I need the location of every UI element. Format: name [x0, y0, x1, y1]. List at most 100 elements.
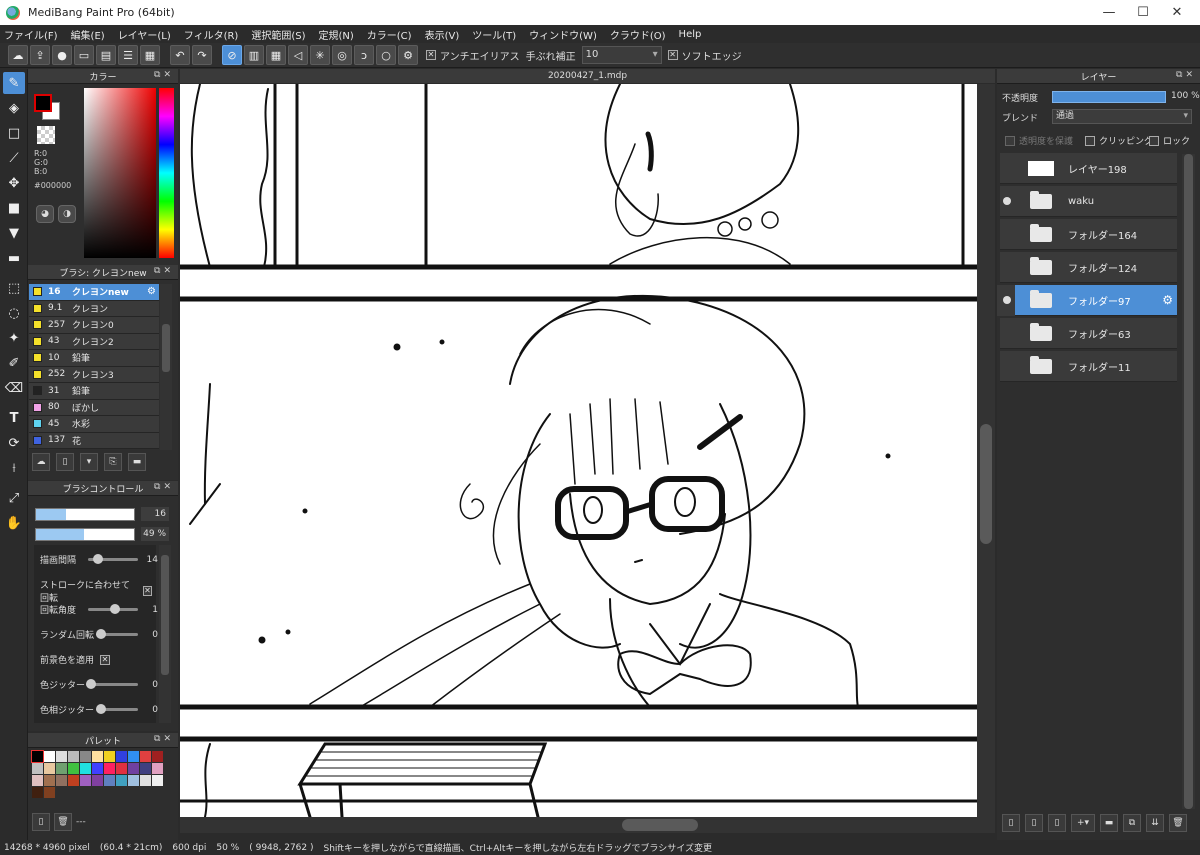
panel-controls-icon[interactable]: ⧉✕ — [154, 734, 174, 744]
palette-swatch[interactable] — [92, 775, 103, 786]
brush-item[interactable]: 9.1 クレヨン — [29, 300, 159, 317]
chat-icon[interactable]: ▭ — [74, 45, 94, 65]
new-folder-icon[interactable]: ▬ — [1100, 814, 1118, 832]
palette-swatch[interactable] — [128, 751, 139, 762]
lasso-tool-icon[interactable]: ◌ — [3, 302, 25, 324]
palette-swatch[interactable] — [140, 763, 151, 774]
saturation-value-picker[interactable] — [84, 88, 156, 258]
canvas-horizontal-scrollbar[interactable] — [180, 817, 995, 833]
palette-swatch[interactable] — [32, 775, 43, 786]
new-layer-icon[interactable]: ▯ — [1002, 814, 1020, 832]
brush-folder-icon[interactable]: ▬ — [128, 453, 146, 471]
cloud-icon[interactable]: ☁ — [8, 45, 28, 65]
document-tab[interactable]: 20200427_1.mdp — [180, 69, 995, 83]
menu-color[interactable]: カラー(C) — [367, 27, 412, 42]
palette-swatch[interactable] — [32, 787, 43, 798]
menu-layer[interactable]: レイヤー(L) — [118, 27, 171, 42]
panel-controls-icon[interactable]: ⧉✕ — [1176, 70, 1196, 80]
hue-slider[interactable] — [159, 88, 174, 258]
palette-swatch[interactable] — [104, 751, 115, 762]
spacing-knob[interactable] — [93, 554, 103, 564]
concentric-snap-icon[interactable]: ◎ — [332, 45, 352, 65]
canvas[interactable] — [180, 84, 977, 817]
rectangle-tool-icon[interactable]: □ — [3, 122, 25, 144]
palette-swatch[interactable] — [128, 763, 139, 774]
brush-size-value[interactable]: 16 — [141, 507, 169, 521]
palette-swatch[interactable] — [68, 775, 79, 786]
line-tool-icon[interactable]: ⟋ — [3, 147, 25, 169]
close-button[interactable]: ✕ — [1154, 0, 1200, 25]
menu-view[interactable]: 表示(V) — [425, 27, 460, 42]
palette-swatch[interactable] — [140, 775, 151, 786]
palette-swatch[interactable] — [56, 763, 67, 774]
menu-filter[interactable]: フィルタ(R) — [184, 27, 239, 42]
brush-item[interactable]: 257 クレヨン0 — [29, 317, 159, 334]
palette-swatch[interactable] — [32, 763, 43, 774]
move-tool-icon[interactable]: ✥ — [3, 172, 25, 194]
layer-item[interactable]: レイヤー198 — [1000, 153, 1177, 184]
brush-cloud-icon[interactable]: ☁ — [32, 453, 50, 471]
palette-swatch[interactable] — [140, 751, 151, 762]
palette-swatch[interactable] — [80, 751, 91, 762]
magic-wand-tool-icon[interactable]: ✦ — [3, 327, 25, 349]
fill-shape-tool-icon[interactable]: ■ — [3, 197, 25, 219]
brush-add-icon[interactable]: ▾ — [80, 453, 98, 471]
add-layer-dropdown-icon[interactable]: +▾ — [1071, 814, 1095, 832]
palette-name[interactable]: --- — [76, 817, 86, 827]
scroll-thumb[interactable] — [980, 424, 992, 544]
panel-controls-icon[interactable]: ⧉✕ — [154, 266, 174, 276]
palette-swatch[interactable] — [68, 751, 79, 762]
palette-swatch[interactable] — [116, 775, 127, 786]
palette-new-icon[interactable]: ▯ — [32, 813, 50, 831]
palette-swatch[interactable] — [31, 750, 44, 763]
operation-tool-icon[interactable]: ⟳ — [3, 432, 25, 454]
lock-checkbox[interactable] — [1149, 135, 1159, 146]
menu-help[interactable]: Help — [679, 29, 702, 40]
brush-size-bar[interactable] — [35, 508, 135, 521]
palette-swatch[interactable] — [116, 751, 127, 762]
palette-swatch[interactable] — [92, 751, 103, 762]
palette-swatch[interactable] — [44, 787, 55, 798]
merge-layer-icon[interactable]: ⇊ — [1146, 814, 1164, 832]
random-rotate-knob[interactable] — [96, 629, 106, 639]
canvas-vertical-scrollbar[interactable] — [977, 84, 995, 817]
brush-item[interactable]: 45 水彩 — [29, 416, 159, 433]
layer-item[interactable]: フォルダー11 — [1000, 351, 1177, 382]
panel-controls-icon[interactable]: ⧉✕ — [154, 70, 174, 80]
menu-ruler[interactable]: 定規(N) — [318, 27, 353, 42]
brush-item[interactable]: 80 ぼかし — [29, 399, 159, 416]
parallel-snap-icon[interactable]: ▥ — [244, 45, 264, 65]
menu-file[interactable]: ファイル(F) — [4, 27, 58, 42]
eyedropper-tool-icon[interactable]: ⤢ — [3, 487, 25, 509]
curve-snap-icon[interactable]: ↄ — [354, 45, 374, 65]
brush-item[interactable]: 10 鉛筆 — [29, 350, 159, 367]
palette-swatch[interactable] — [68, 763, 79, 774]
hue-jitter-knob[interactable] — [96, 704, 106, 714]
stabilizer-select[interactable]: 10 — [581, 46, 662, 64]
brush-item[interactable]: 252 クレヨン3 — [29, 366, 159, 383]
radial-snap-icon[interactable]: ✳ — [310, 45, 330, 65]
layer-item[interactable]: フォルダー124 — [1000, 252, 1177, 283]
brush-copy-icon[interactable]: ⎘ — [104, 453, 122, 471]
palette-icon[interactable]: ◕ — [36, 205, 54, 223]
visibility-eye-icon[interactable] — [1003, 296, 1011, 304]
angle-knob[interactable] — [110, 604, 120, 614]
menu-edit[interactable]: 編集(E) — [71, 27, 105, 42]
brush-list-scrollbar[interactable] — [160, 284, 172, 450]
brush-item[interactable]: 137 花 — [29, 432, 159, 449]
brush-item[interactable]: 43 クレヨン2 — [29, 333, 159, 350]
scroll-thumb[interactable] — [161, 555, 169, 675]
share-icon[interactable]: ⇪ — [30, 45, 50, 65]
menu-window[interactable]: ウィンドウ(W) — [529, 27, 597, 42]
gear-icon[interactable]: ⚙ — [1162, 293, 1173, 307]
snap-off-icon[interactable]: ⊘ — [222, 45, 242, 65]
layer-item[interactable]: フォルダー97 ⚙ — [997, 284, 1177, 316]
document-icon[interactable]: ▤ — [96, 45, 116, 65]
palette-swatch[interactable] — [104, 775, 115, 786]
visibility-eye-icon[interactable] — [1003, 197, 1011, 205]
protect-alpha-checkbox[interactable] — [1005, 135, 1015, 146]
palette-swatch[interactable] — [56, 751, 67, 762]
scroll-thumb[interactable] — [1184, 154, 1193, 809]
scroll-thumb[interactable] — [622, 819, 698, 831]
fg-bg-swatch[interactable] — [34, 94, 60, 120]
